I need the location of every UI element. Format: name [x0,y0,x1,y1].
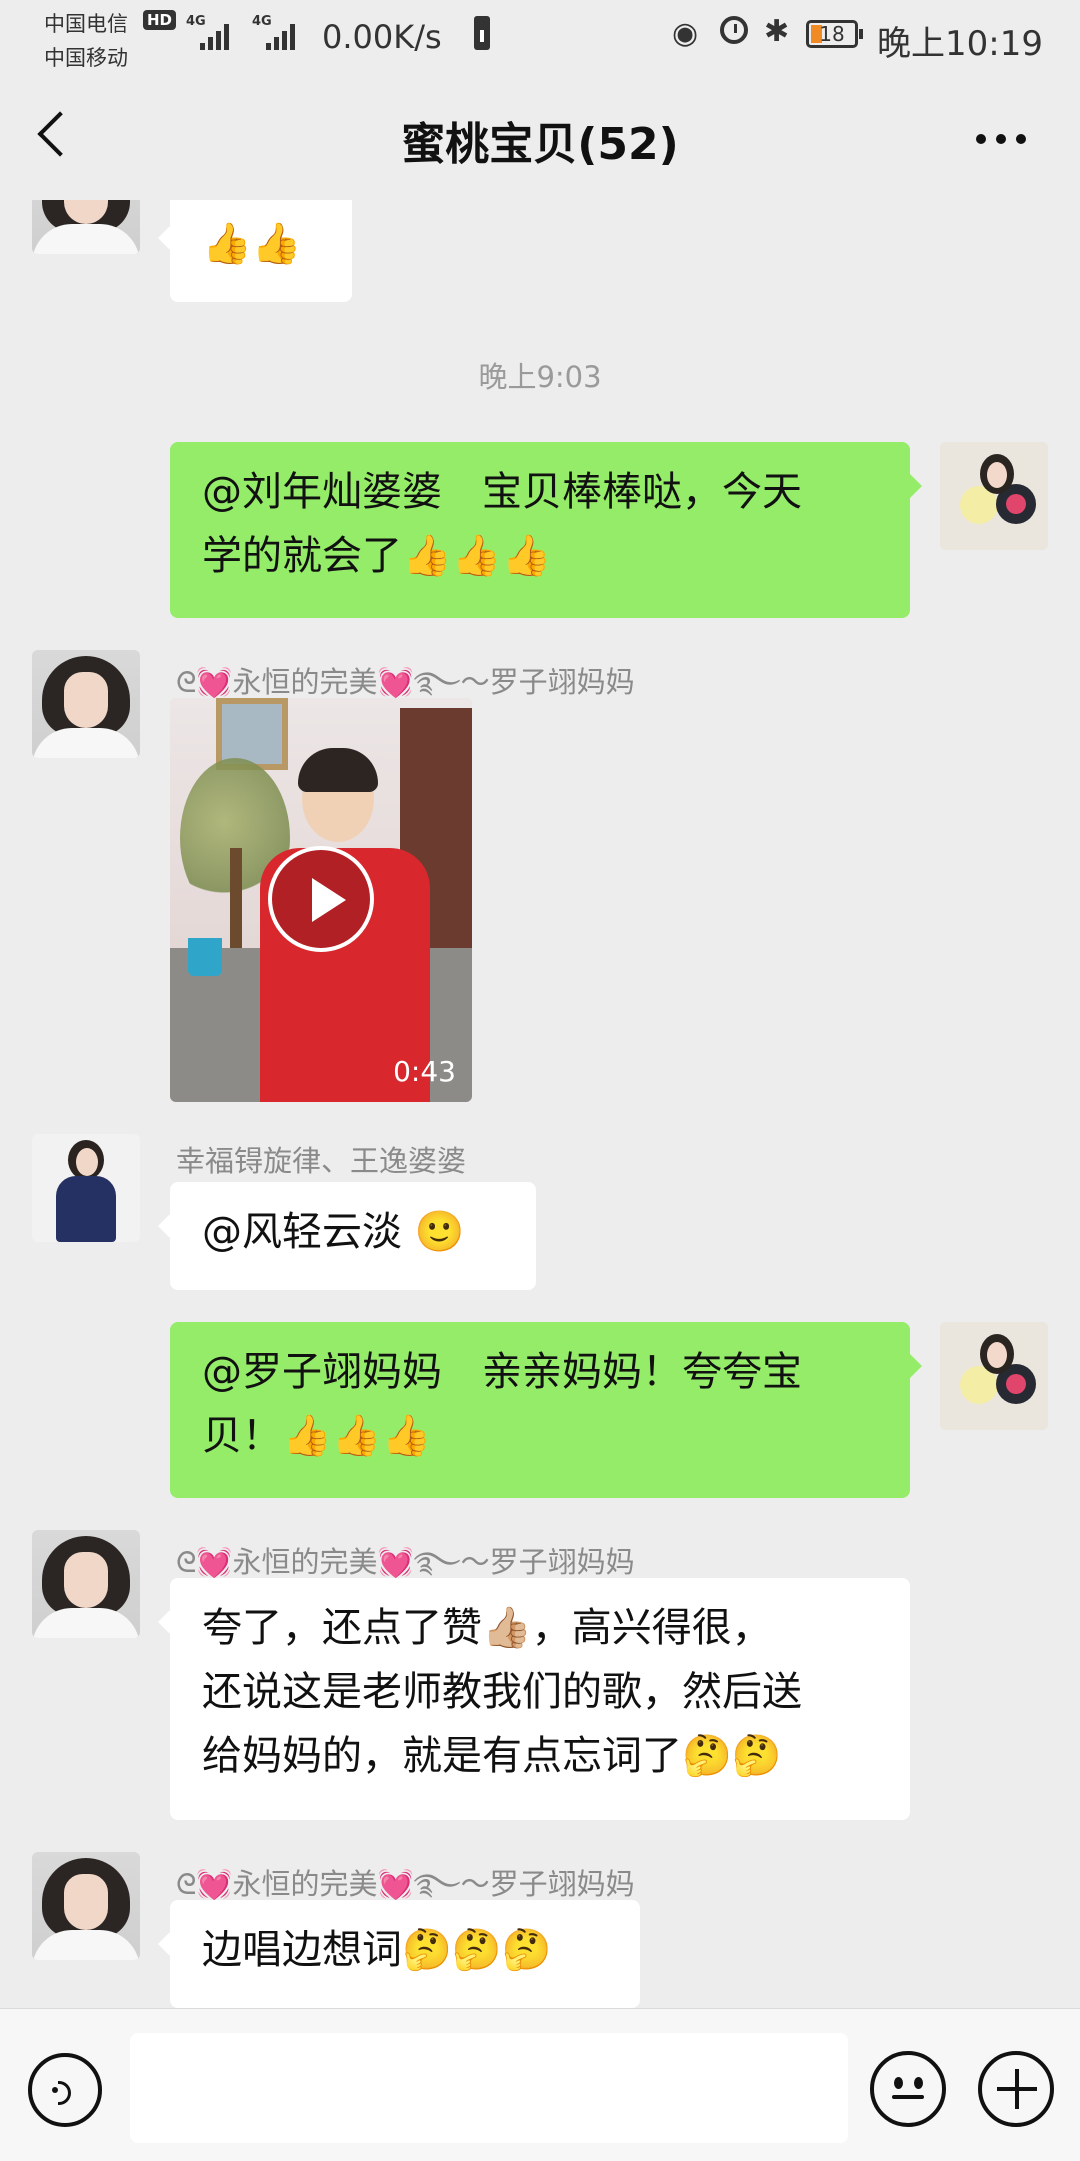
battery-icon: 18 [806,20,863,48]
more-options-icon[interactable] [976,134,1028,144]
message-bubble[interactable]: 夸了，还点了赞👍🏼，高兴得很， 还说这是老师教我们的歌，然后送 给妈妈的，就是有… [158,1578,910,1820]
net-speed: 0.00K/s [322,18,442,56]
play-icon[interactable] [268,846,374,952]
message-text: @风轻云淡 🙂 [202,1209,465,1255]
status-bar: 中国电信 HD 中国移动 4G 4G 0.00K/s ◉ ✱ 18 晚上10:1… [0,0,1080,76]
battery-warning-icon [474,16,490,50]
video-message[interactable]: 0:43 [170,698,472,1102]
avatar[interactable] [32,650,140,758]
message-text: @罗子翊妈妈 亲亲妈妈！夸夸宝 [202,1349,802,1395]
message-text: 给妈妈的，就是有点忘词了🤔🤔 [202,1733,782,1779]
message-bubble[interactable]: 边唱边想词🤔🤔🤔 [158,1900,640,2008]
message-text: 学的就会了👍👍👍 [202,533,552,579]
nav-bar: 蜜桃宝贝(52) [0,76,1080,200]
message-input[interactable] [130,2033,848,2143]
plus-icon[interactable] [978,2051,1054,2127]
message-text: 夸了，还点了赞👍🏼，高兴得很， [202,1605,772,1651]
avatar[interactable] [32,1134,140,1242]
status-time: 晚上10:19 [877,24,1043,64]
message-text: 贝！👍👍👍 [202,1413,432,1459]
avatar[interactable] [32,200,140,254]
emoji-icon[interactable] [870,2051,946,2127]
message-text: 👍👍 [202,221,302,267]
video-duration: 0:43 [393,1055,456,1088]
avatar[interactable] [940,442,1048,550]
avatar[interactable] [940,1322,1048,1430]
hd-badge: HD [143,10,177,30]
message-bubble[interactable]: 👍👍 [158,200,352,302]
alarm-icon [720,16,748,44]
bluetooth-icon: ✱ [764,14,790,49]
sender-name: 幸福锝旋律、王逸婆婆 [176,1144,467,1178]
avatar[interactable] [32,1852,140,1960]
message-text: 还说这是老师教我们的歌，然后送 [202,1669,802,1715]
message-timestamp: 晚上9:03 [478,360,602,394]
message-text: @刘年灿婆婆 宝贝棒棒哒，今天 [202,469,802,515]
message-text: 边唱边想词🤔🤔🤔 [202,1927,552,1973]
input-bar [0,2008,1080,2161]
eye-icon: ◉ [672,16,699,51]
voice-input-icon[interactable] [28,2053,102,2127]
message-bubble[interactable]: @刘年灿婆婆 宝贝棒棒哒，今天 学的就会了👍👍👍 [170,442,922,618]
message-list[interactable]: 👍👍 晚上9:03 @刘年灿婆婆 宝贝棒棒哒，今天 学的就会了👍👍👍 ᘓ💓永恒的… [0,200,1080,2008]
carrier-label-1: 中国电信 [44,12,128,36]
avatar[interactable] [32,1530,140,1638]
message-bubble[interactable]: @罗子翊妈妈 亲亲妈妈！夸夸宝 贝！👍👍👍 [170,1322,922,1498]
battery-level: 18 [819,22,845,46]
carrier-label-2: 中国移动 [44,46,128,70]
message-bubble[interactable]: @风轻云淡 🙂 [158,1182,536,1290]
chat-title: 蜜桃宝贝(52) [401,119,679,170]
